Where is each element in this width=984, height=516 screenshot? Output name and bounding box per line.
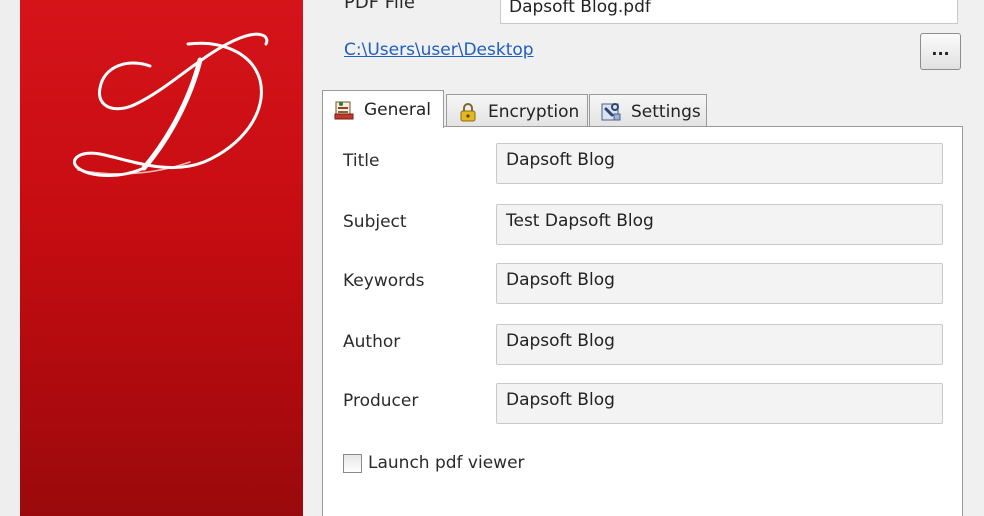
title-label: Title	[343, 151, 380, 171]
tab-general-label: General	[364, 99, 431, 120]
keywords-label: Keywords	[343, 271, 425, 291]
title-field[interactable]: Dapsoft Blog	[496, 143, 943, 184]
subject-label: Subject	[343, 212, 407, 232]
subject-field[interactable]: Test Dapsoft Blog	[496, 204, 943, 245]
launch-viewer-option[interactable]: Launch pdf viewer	[343, 453, 525, 473]
document-icon	[333, 99, 355, 121]
tab-settings[interactable]: Settings	[589, 94, 707, 128]
pdf-file-label: PDF File	[344, 0, 415, 13]
keywords-field[interactable]: Dapsoft Blog	[496, 263, 943, 304]
author-field[interactable]: Dapsoft Blog	[496, 324, 943, 365]
settings-icon	[600, 101, 622, 123]
script-d-logo-icon	[72, 32, 269, 177]
output-path-link[interactable]: C:\Users\user\Desktop	[344, 40, 534, 60]
padlock-icon	[457, 101, 479, 123]
tab-encryption-label: Encryption	[488, 101, 580, 122]
browse-button[interactable]: ...	[920, 33, 961, 70]
producer-field[interactable]: Dapsoft Blog	[496, 383, 943, 424]
tab-general[interactable]: General	[322, 90, 444, 128]
launch-viewer-label[interactable]: Launch pdf viewer	[368, 453, 525, 473]
author-label: Author	[343, 332, 401, 352]
pdf-file-field[interactable]: Dapsoft Blog.pdf	[500, 0, 958, 24]
brand-banner	[20, 0, 303, 516]
window-left-edge	[0, 0, 20, 516]
launch-viewer-checkbox[interactable]	[343, 453, 362, 473]
tab-settings-label: Settings	[631, 101, 701, 122]
producer-label: Producer	[343, 391, 419, 411]
tab-encryption[interactable]: Encryption	[446, 94, 588, 128]
